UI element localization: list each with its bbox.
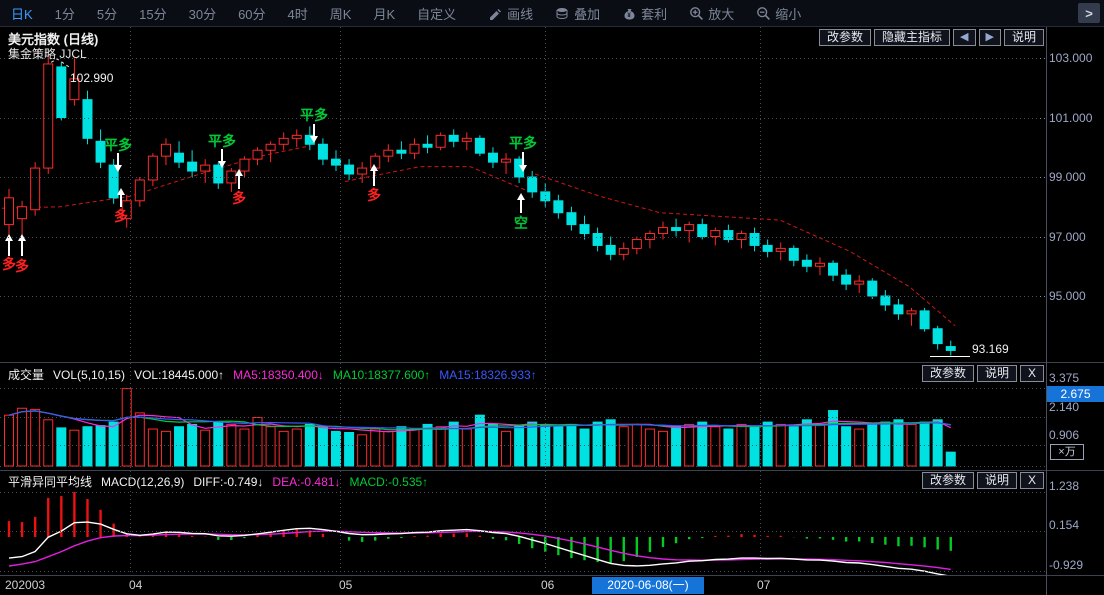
svg-text:空: 空 (514, 215, 528, 231)
svg-text:多: 多 (114, 208, 128, 224)
svg-text:多: 多 (367, 187, 381, 203)
chart-canvas[interactable]: 102.99093.169多多平多多平多多平多多平多空 (0, 0, 1104, 595)
svg-text:平多: 平多 (509, 135, 537, 151)
svg-text:多: 多 (2, 256, 16, 272)
svg-text:93.169: 93.169 (972, 342, 1009, 356)
svg-text:平多: 平多 (300, 107, 328, 123)
svg-text:102.990: 102.990 (70, 71, 114, 85)
svg-text:平多: 平多 (208, 133, 236, 149)
svg-text:平多: 平多 (104, 137, 132, 153)
svg-text:多: 多 (15, 258, 29, 274)
svg-text:多: 多 (232, 190, 246, 206)
